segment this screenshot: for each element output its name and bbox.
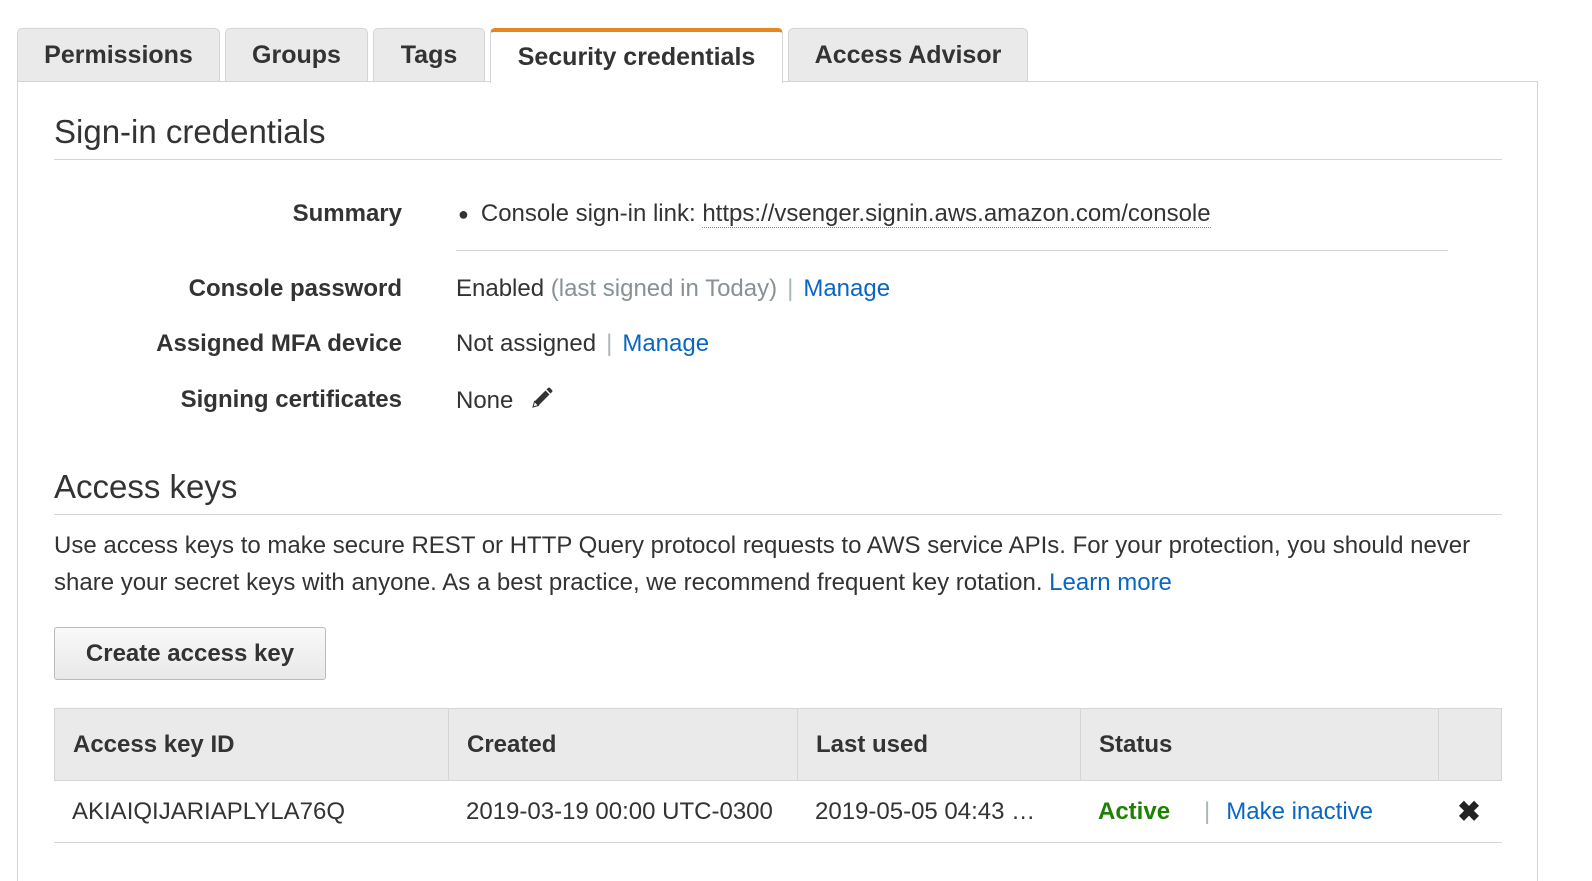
tab-tags[interactable]: Tags — [373, 28, 485, 81]
signin-section-title: Sign-in credentials — [54, 113, 326, 150]
manage-mfa-link[interactable]: Manage — [622, 330, 709, 357]
created-date: 2019-03-19 00:00 UTC-0300 — [466, 797, 773, 825]
signing-certificates-label: Signing certificates — [180, 386, 402, 413]
status-badge: Active — [1098, 797, 1171, 825]
mfa-status: Not assigned — [456, 330, 597, 357]
description-text: Use access keys to make secure REST or H… — [54, 532, 1471, 596]
table-header: Access key ID Created Last used Status — [54, 708, 1502, 781]
close-icon[interactable]: ✖ — [1457, 795, 1480, 828]
column-header-created[interactable]: Created — [449, 709, 798, 780]
separator: | — [787, 275, 794, 302]
pencil-icon[interactable] — [530, 386, 554, 417]
make-inactive-link[interactable]: Make inactive — [1226, 798, 1373, 826]
column-header-last-used[interactable]: Last used — [798, 709, 1081, 780]
signin-url[interactable]: https://vsenger.signin.aws.amazon.com/co… — [702, 200, 1211, 228]
summary-value: ● Console sign-in link: https://vsenger.s… — [458, 200, 1211, 228]
column-header-access-key-id[interactable]: Access key ID — [55, 709, 449, 780]
access-keys-description: Use access keys to make secure REST or H… — [54, 527, 1514, 601]
mfa-value: Not assigned | Manage — [456, 330, 709, 358]
manage-password-link[interactable]: Manage — [803, 275, 890, 302]
column-header-actions — [1439, 709, 1501, 780]
password-status: Enabled — [456, 275, 545, 302]
tab-security-credentials[interactable]: Security credentials — [490, 28, 783, 83]
access-keys-title: Access keys — [54, 468, 238, 505]
tab-access-advisor[interactable]: Access Advisor — [788, 28, 1028, 81]
divider — [54, 159, 1502, 160]
mfa-label: Assigned MFA device — [156, 330, 402, 357]
tab-groups[interactable]: Groups — [225, 28, 368, 81]
separator: | — [606, 330, 613, 357]
signing-certificates-value: None — [456, 386, 554, 417]
summary-prefix: Console sign-in link: — [480, 200, 696, 227]
status-cell: Active | Make inactive — [1080, 781, 1438, 842]
tab-permissions[interactable]: Permissions — [17, 28, 220, 81]
divider — [54, 514, 1502, 515]
table-row: AKIAIQIJARIAPLYLA76Q 2019-03-19 00:00 UT… — [54, 781, 1502, 843]
separator: | — [1204, 797, 1211, 825]
bullet-icon: ● — [458, 204, 469, 225]
access-key-id: AKIAIQIJARIAPLYLA76Q — [72, 797, 346, 825]
create-access-key-button[interactable]: Create access key — [54, 627, 326, 680]
certs-value: None — [456, 386, 514, 414]
summary-label: Summary — [292, 200, 402, 227]
console-password-value: Enabled (last signed in Today) | Manage — [456, 275, 890, 303]
password-note: (last signed in Today) — [550, 275, 778, 302]
summary-divider — [456, 250, 1448, 251]
console-password-label: Console password — [188, 275, 402, 302]
column-header-status[interactable]: Status — [1081, 709, 1439, 780]
last-used-date: 2019-05-05 04:43 … — [815, 797, 1036, 825]
learn-more-link[interactable]: Learn more — [1049, 569, 1172, 596]
delete-cell: ✖ — [1438, 781, 1500, 842]
